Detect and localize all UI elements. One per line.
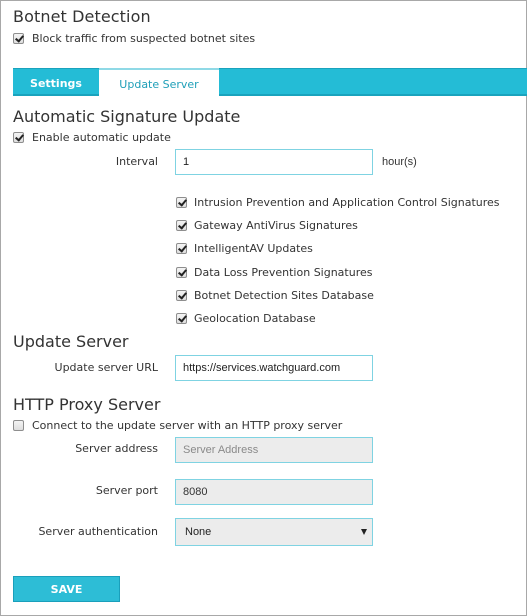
- enable-auto-update-checkbox[interactable]: [13, 132, 24, 143]
- signature-checkbox-geolocation-db[interactable]: [176, 313, 187, 324]
- use-proxy-label: Connect to the update server with an HTT…: [32, 419, 343, 432]
- dropdown-arrow-icon: [361, 529, 367, 535]
- server-authentication-value: None: [185, 526, 212, 538]
- botnet-detection-heading: Botnet Detection: [13, 7, 151, 26]
- server-address-label: Server address: [75, 442, 158, 455]
- server-address-input[interactable]: [175, 437, 373, 463]
- tab-update-server[interactable]: Update Server: [99, 68, 219, 99]
- server-authentication-label: Server authentication: [38, 525, 158, 538]
- botnet-settings-panel: Botnet Detection Block traffic from susp…: [0, 0, 527, 616]
- interval-input[interactable]: [175, 149, 373, 175]
- signature-checkbox-dlp[interactable]: [176, 267, 187, 278]
- http-proxy-server-heading: HTTP Proxy Server: [13, 395, 161, 414]
- interval-unit: hour(s): [382, 156, 417, 168]
- signature-label: Intrusion Prevention and Application Con…: [194, 196, 500, 209]
- signature-checkbox-intelligentav[interactable]: [176, 243, 187, 254]
- signature-checkbox-ips-app-control[interactable]: [176, 197, 187, 208]
- block-botnet-label: Block traffic from suspected botnet site…: [32, 32, 256, 45]
- signature-label: Botnet Detection Sites Database: [194, 289, 374, 302]
- tab-settings[interactable]: Settings: [13, 68, 99, 98]
- signature-label: IntelligentAV Updates: [194, 242, 313, 255]
- signature-checkbox-gateway-antivirus[interactable]: [176, 220, 187, 231]
- use-proxy-checkbox[interactable]: [13, 420, 24, 431]
- server-port-label: Server port: [95, 484, 158, 497]
- enable-auto-update-label: Enable automatic update: [32, 131, 171, 144]
- signature-label: Geolocation Database: [194, 312, 316, 325]
- interval-label: Interval: [115, 155, 158, 168]
- signature-label: Data Loss Prevention Signatures: [194, 266, 373, 279]
- signature-label: Gateway AntiVirus Signatures: [194, 219, 358, 232]
- tab-bar: Settings Update Server: [13, 68, 527, 99]
- block-botnet-checkbox[interactable]: [13, 33, 24, 44]
- signature-checkbox-botnet-db[interactable]: [176, 290, 187, 301]
- server-authentication-select[interactable]: None: [175, 518, 373, 546]
- update-server-heading: Update Server: [13, 332, 129, 351]
- automatic-signature-update-heading: Automatic Signature Update: [13, 107, 241, 126]
- update-server-url-input[interactable]: [175, 355, 373, 381]
- save-button[interactable]: SAVE: [13, 576, 120, 602]
- server-port-input[interactable]: [175, 479, 373, 505]
- update-server-url-label: Update server URL: [54, 361, 158, 374]
